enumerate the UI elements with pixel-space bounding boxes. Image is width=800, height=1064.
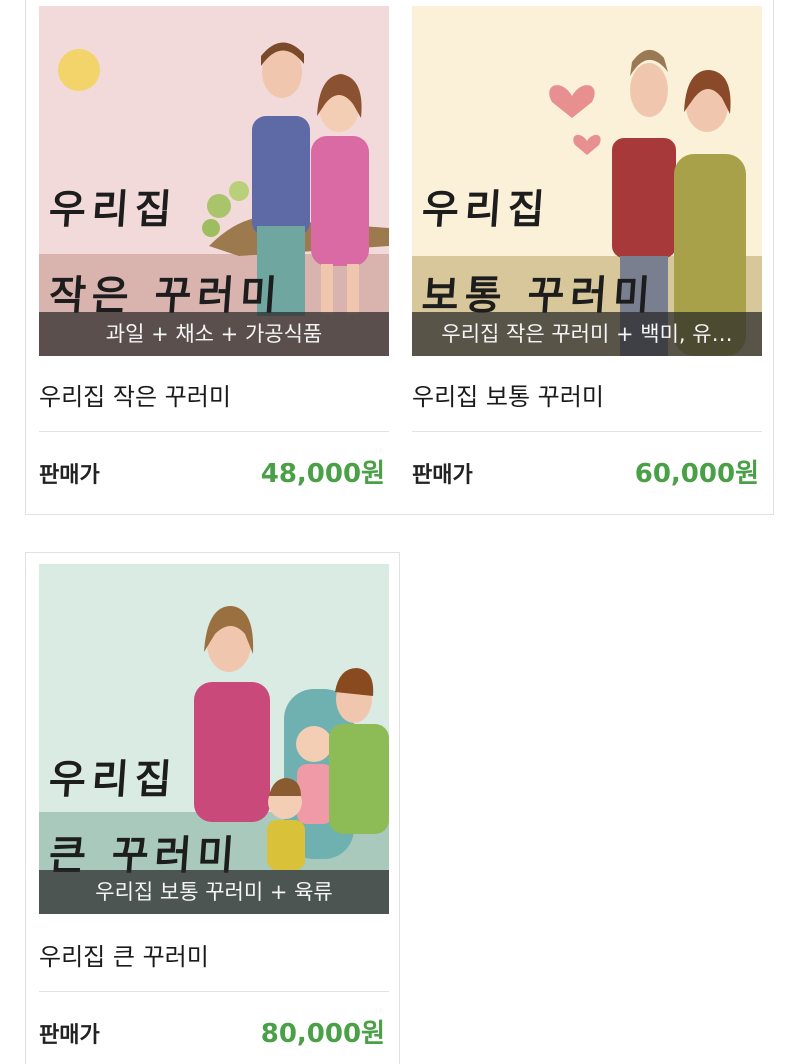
image-title-line1: 우리집 [420, 187, 553, 233]
product-card[interactable]: 우리집 보통 꾸러미 우리집 작은 꾸러미 + 백미, 유… 우리집 보통 꾸러… [399, 0, 774, 515]
product-thumbnail[interactable]: 우리집 작은 꾸러미 과일 + 채소 + 가공식품 [39, 6, 389, 356]
divider [39, 991, 389, 992]
product-price: 48,000원 [260, 459, 385, 489]
product-thumbnail[interactable]: 우리집 큰 꾸러미 우리집 보통 꾸러미 + 육류 [39, 564, 389, 914]
product-name[interactable]: 우리집 작은 꾸러미 [39, 377, 231, 412]
product-caption: 우리집 작은 꾸러미 + 백미, 유… [412, 312, 762, 356]
image-title-line2: 보통 꾸러미 [420, 273, 658, 319]
product-caption: 과일 + 채소 + 가공식품 [39, 312, 389, 356]
price-label: 판매가 [39, 463, 100, 488]
product-card[interactable]: 우리집 큰 꾸러미 우리집 보통 꾸러미 + 육류 우리집 큰 꾸러미 판매가 … [25, 552, 400, 1064]
divider [412, 431, 762, 432]
product-name[interactable]: 우리집 큰 꾸러미 [39, 937, 209, 972]
product-card[interactable]: 우리집 작은 꾸러미 과일 + 채소 + 가공식품 우리집 작은 꾸러미 판매가… [25, 0, 400, 515]
image-title-line2: 작은 꾸러미 [47, 273, 285, 319]
image-title-line1: 우리집 [47, 187, 180, 233]
price-label: 판매가 [39, 1023, 100, 1048]
product-name[interactable]: 우리집 보통 꾸러미 [412, 377, 604, 412]
price-label: 판매가 [412, 463, 473, 488]
product-caption: 우리집 보통 꾸러미 + 육류 [39, 870, 389, 914]
product-price: 80,000원 [260, 1019, 385, 1049]
image-title-line1: 우리집 [47, 757, 180, 803]
divider [39, 431, 389, 432]
product-price: 60,000원 [634, 459, 759, 489]
product-thumbnail[interactable]: 우리집 보통 꾸러미 우리집 작은 꾸러미 + 백미, 유… [412, 6, 762, 356]
